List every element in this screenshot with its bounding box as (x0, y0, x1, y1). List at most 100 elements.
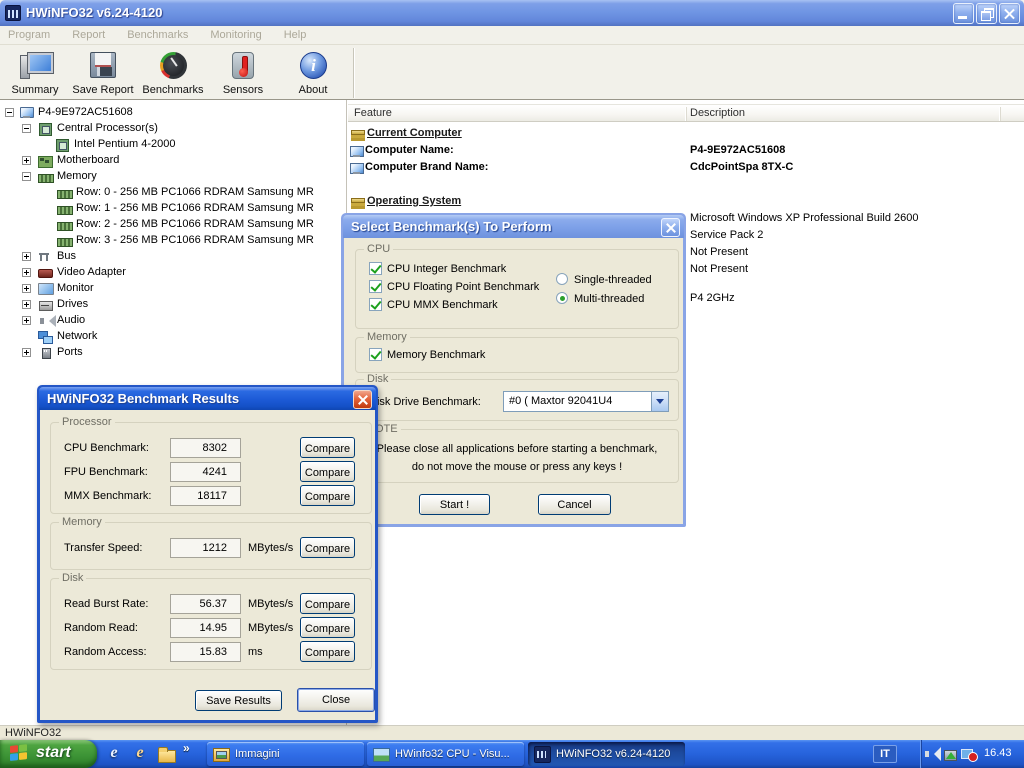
compare-button[interactable]: Compare (300, 593, 355, 614)
start-button[interactable]: start (0, 740, 97, 768)
memory-benchmark-checkbox[interactable] (369, 348, 382, 361)
taskbar: start e e » Immagini HWinfo32 CPU - Visu… (0, 740, 1024, 768)
taskbar-task-picture-viewer[interactable]: HWinfo32 CPU - Visu... (367, 742, 524, 766)
tree-row[interactable]: Motherboard (0, 153, 347, 169)
collapse-icon[interactable] (22, 124, 31, 133)
ports-icon (38, 347, 53, 359)
tree-row[interactable]: Row: 0 - 256 MB PC1066 RDRAM Samsung MR (0, 185, 347, 201)
restore-button[interactable] (976, 3, 997, 24)
random-read-value: 14.95 (170, 618, 241, 638)
tree-row[interactable]: Memory (0, 169, 347, 185)
list-header: Feature Description (348, 104, 1024, 122)
save-results-button[interactable]: Save Results (195, 690, 282, 711)
safely-remove-hardware-icon[interactable] (943, 747, 958, 761)
tree-row[interactable]: Video Adapter (0, 265, 347, 281)
compare-button[interactable]: Compare (300, 641, 355, 662)
close-dialog-button[interactable]: Close (297, 688, 375, 712)
read-burst-value: 56.37 (170, 594, 241, 614)
cancel-button[interactable]: Cancel (538, 494, 611, 515)
close-button[interactable] (999, 3, 1020, 24)
taskbar-task-hwinfo-active[interactable]: HWiNFO32 v6.24-4120 (528, 742, 685, 766)
language-indicator[interactable]: IT (873, 745, 897, 763)
summary-toolbar-button[interactable]: Summary (2, 49, 68, 98)
expand-icon[interactable] (22, 156, 31, 165)
collapse-icon[interactable] (5, 108, 14, 117)
pictures-folder-icon (213, 746, 229, 762)
folder-icon[interactable] (156, 744, 176, 764)
feature-column-header[interactable]: Feature (354, 107, 392, 119)
menu-program[interactable]: Program (8, 29, 50, 41)
tree-row[interactable]: Audio (0, 313, 347, 329)
compare-button[interactable]: Compare (300, 461, 355, 482)
expand-icon[interactable] (22, 348, 31, 357)
expand-icon[interactable] (22, 300, 31, 309)
tree-row[interactable]: Row: 3 - 256 MB PC1066 RDRAM Samsung MR (0, 233, 347, 249)
main-titlebar[interactable]: HWiNFO32 v6.24-4120 (0, 0, 1024, 26)
column-divider[interactable] (1000, 107, 1001, 121)
multi-threaded-radio[interactable] (556, 292, 568, 304)
memory-icon (57, 203, 72, 215)
menu-report[interactable]: Report (72, 29, 105, 41)
disk-drive-label: Disk Drive Benchmark: (369, 396, 481, 408)
menubar: Program Report Benchmarks Monitoring Hel… (0, 26, 1024, 45)
tree-row[interactable]: P4-9E972AC51608 (0, 105, 347, 121)
cpu-mmx-checkbox[interactable] (369, 298, 382, 311)
tree-row[interactable]: Row: 1 - 256 MB PC1066 RDRAM Samsung MR (0, 201, 347, 217)
tree-row[interactable]: Central Processor(s) (0, 121, 347, 137)
quick-launch-chevron-icon[interactable]: » (183, 741, 190, 755)
note-line1: Please close all applications before sta… (356, 443, 678, 455)
memory-icon (57, 235, 72, 247)
close-icon[interactable] (661, 218, 680, 237)
chevron-down-icon[interactable] (651, 392, 668, 411)
tree-row[interactable]: Network (0, 329, 347, 345)
compare-button[interactable]: Compare (300, 537, 355, 558)
tree-row[interactable]: Row: 2 - 256 MB PC1066 RDRAM Samsung MR (0, 217, 347, 233)
tree-row[interactable]: Intel Pentium 4-2000 (0, 137, 347, 153)
expand-icon[interactable] (22, 316, 31, 325)
network-disconnected-icon[interactable] (961, 747, 976, 761)
cpu-integer-checkbox[interactable] (369, 262, 382, 275)
volume-icon[interactable] (925, 747, 940, 761)
description-column-header[interactable]: Description (690, 107, 745, 119)
single-threaded-radio[interactable] (556, 273, 568, 285)
hwinfo-app-icon (5, 5, 21, 21)
menu-monitoring[interactable]: Monitoring (210, 29, 261, 41)
tree-row[interactable]: Bus (0, 249, 347, 265)
expand-icon[interactable] (22, 252, 31, 261)
note-line2: do not move the mouse or press any keys … (356, 461, 678, 473)
minimize-button[interactable] (953, 3, 974, 24)
computer-icon (350, 163, 363, 174)
window-title: HWiNFO32 v6.24-4120 (26, 5, 162, 20)
compare-button[interactable]: Compare (300, 617, 355, 638)
menu-help[interactable]: Help (284, 29, 307, 41)
cpu-float-checkbox[interactable] (369, 280, 382, 293)
about-toolbar-button[interactable]: i About (280, 49, 346, 98)
taskbar-task-immagini[interactable]: Immagini (207, 742, 364, 766)
start-button[interactable]: Start ! (419, 494, 490, 515)
compare-button[interactable]: Compare (300, 437, 355, 458)
computer-icon (350, 146, 363, 157)
sensors-toolbar-button[interactable]: Sensors (210, 49, 276, 98)
taskbar-clock[interactable]: 16.43 (984, 747, 1012, 759)
tree-row[interactable]: Monitor (0, 281, 347, 297)
disk-drive-dropdown[interactable]: #0 ( Maxtor 92041U4 (503, 391, 669, 412)
expand-icon[interactable] (22, 284, 31, 293)
transfer-speed-value: 1212 (170, 538, 241, 558)
expand-icon[interactable] (22, 268, 31, 277)
dialog-title: HWiNFO32 Benchmark Results (47, 391, 239, 406)
menu-benchmarks[interactable]: Benchmarks (127, 29, 188, 41)
column-divider[interactable] (686, 107, 687, 121)
compare-button[interactable]: Compare (300, 485, 355, 506)
benchmarks-toolbar-button[interactable]: Benchmarks (140, 49, 206, 98)
internet-explorer-alt-icon[interactable]: e (130, 744, 150, 764)
dialog-titlebar[interactable]: Select Benchmark(s) To Perform (343, 215, 684, 238)
internet-explorer-icon[interactable]: e (104, 744, 124, 764)
dialog-titlebar[interactable]: HWiNFO32 Benchmark Results (39, 387, 376, 410)
tree-row[interactable]: Drives (0, 297, 347, 313)
motherboard-icon (38, 155, 53, 167)
collapse-icon[interactable] (22, 172, 31, 181)
close-icon[interactable] (353, 390, 372, 409)
tree-row[interactable]: Ports (0, 345, 347, 361)
status-bar: HWiNFO32 (0, 725, 1024, 740)
save-report-toolbar-button[interactable]: Save Report (70, 49, 136, 98)
